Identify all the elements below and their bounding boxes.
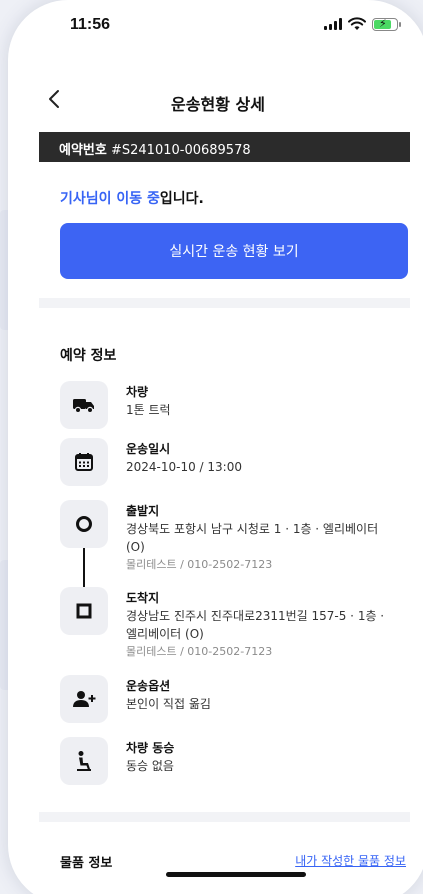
wifi-icon [348,17,366,30]
cellular-signal-icon [324,18,342,30]
vehicle-value: 1톤 트럭 [126,403,171,417]
ride-along-title: 차량 동승 [126,741,175,755]
reservation-label: 예약번호 [59,143,107,158]
destination-contact: 몰리테스트 / 010-2502-7123 [126,645,273,658]
status-icons: ⚡ [324,17,401,31]
live-tracking-button[interactable]: 실시간 운송 현황 보기 [60,223,408,279]
driver-status-highlight: 기사님이 이동 중 [60,191,160,207]
status-bar: 11:56 ⚡ [8,0,423,60]
destination-address-line1: 경상남도 진주시 진주대로2311번길 157-5 · 1층 · [126,609,385,623]
status-time: 11:56 [70,16,111,33]
ride-along-value: 동승 없음 [126,759,174,773]
origin-title: 출발지 [126,504,160,518]
date-title: 운송일시 [126,442,171,456]
reservation-info-title: 예약 정보 [60,348,117,364]
live-tracking-button-label: 실시간 운송 현황 보기 [169,244,299,260]
option-value: 본인이 직접 옮김 [126,697,211,711]
reservation-number-bar: 예약번호 #S241010-00689578 [39,132,410,162]
truck-icon [60,381,108,429]
calendar-icon [60,438,108,486]
home-indicator[interactable] [166,872,306,877]
origin-address-line1: 경상북도 포항시 남구 시청로 1 · 1층 · 엘리베이터 [126,522,379,536]
origin-contact: 몰리테스트 / 010-2502-7123 [126,558,273,571]
add-user-icon [60,675,108,723]
navigation-bar: 운송현황 상세 [8,82,423,122]
phone-frame: 11:56 ⚡ 운송현황 상세 예약번호 #S241010-00689578 기… [8,0,423,894]
date-value: 2024-10-10 / 13:00 [126,460,242,474]
battery-charging-icon: ⚡ [372,17,401,31]
seated-person-icon [60,737,108,785]
driver-status-suffix: 입니다. [159,191,204,207]
vehicle-title: 차량 [126,385,149,399]
driver-status-message: 기사님이 이동 중입니다. [60,188,204,208]
origin-pin-icon [60,500,108,548]
destination-address-line2: 엘리베이터 (O) [126,627,204,641]
destination-title: 도착지 [126,591,160,605]
goods-info-title: 물품 정보 [60,856,113,871]
destination-square-icon [60,587,108,635]
reservation-number: #S241010-00689578 [110,143,251,158]
page-title: 운송현황 상세 [171,95,265,114]
section-divider-bottom [39,812,410,822]
section-divider [39,298,410,308]
option-title: 운송옵션 [126,679,171,693]
origin-address-line2: (O) [126,540,145,554]
my-goods-info-link[interactable]: 내가 작성한 물품 정보 [295,852,406,869]
